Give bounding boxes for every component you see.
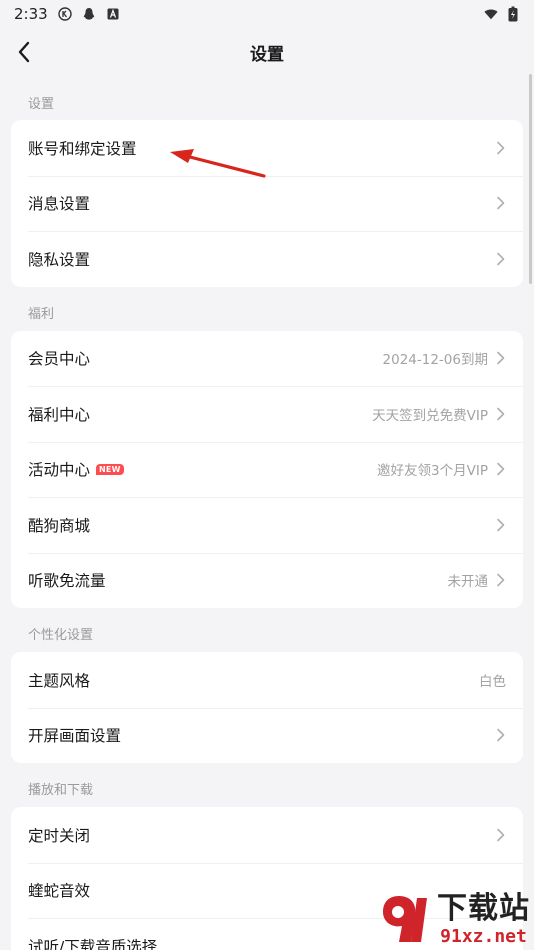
chevron-right-icon xyxy=(496,141,506,155)
row-label: 消息设置 xyxy=(28,195,91,214)
chevron-right-icon xyxy=(496,196,506,210)
section-title: 播放和下载 xyxy=(28,783,94,798)
chevron-right-icon xyxy=(496,573,506,587)
settings-row[interactable]: 会员中心 2024-12-06到期 xyxy=(11,331,523,387)
settings-row[interactable]: 开屏画面设置 xyxy=(11,707,523,764)
row-right xyxy=(496,828,506,842)
row-left: 听歌免流量 xyxy=(28,569,106,591)
row-left: 活动中心 NEW xyxy=(28,458,124,480)
row-left: 定时关闭 xyxy=(28,824,90,846)
row-right: 未开通 xyxy=(448,570,507,590)
row-label: 主题风格 xyxy=(28,671,91,690)
row-left: 消息设置 xyxy=(28,192,90,214)
row-label: 活动中心 xyxy=(28,461,91,480)
scrollbar[interactable] xyxy=(529,74,532,284)
row-label: 蝰蛇音效 xyxy=(28,882,91,901)
row-left: 隐私设置 xyxy=(28,248,90,270)
row-left: 酷狗商城 xyxy=(28,514,90,536)
row-left: 蝰蛇音效 xyxy=(28,879,90,901)
row-left: 账号和绑定设置 xyxy=(28,137,137,159)
row-value: 2024-12-06到期 xyxy=(382,352,488,369)
settings-row[interactable]: 听歌免流量 未开通 xyxy=(11,552,523,609)
row-label: 酷狗商城 xyxy=(28,516,91,535)
row-right xyxy=(496,196,506,210)
a-app-icon xyxy=(106,7,120,21)
watermark-logo-icon xyxy=(383,896,427,942)
wifi-icon xyxy=(484,7,498,21)
new-badge: NEW xyxy=(96,463,124,475)
row-value: 未开通 xyxy=(447,574,489,591)
settings-row[interactable]: 福利中心 天天签到兑免费VIP xyxy=(11,386,523,442)
row-label: 福利中心 xyxy=(28,405,91,424)
row-right xyxy=(496,252,506,266)
row-value: 天天签到兑免费VIP xyxy=(372,407,488,424)
row-label: 会员中心 xyxy=(28,350,91,369)
row-right: 2024-12-06到期 xyxy=(383,348,506,368)
row-left: 试听/下载音质选择 xyxy=(28,935,157,950)
chevron-right-icon xyxy=(496,828,506,842)
chevron-right-icon xyxy=(496,518,506,532)
chevron-right-icon xyxy=(496,462,506,476)
penguin-icon xyxy=(82,7,96,21)
row-label: 账号和绑定设置 xyxy=(28,139,137,158)
status-right xyxy=(484,6,520,22)
row-right xyxy=(496,728,506,742)
chevron-right-icon xyxy=(496,252,506,266)
settings-row[interactable]: 消息设置 xyxy=(11,175,523,232)
row-value: 白色 xyxy=(479,673,506,690)
k-app-icon xyxy=(57,7,72,21)
settings-list: 设置账号和绑定设置 消息设置隐私设置福利会员中心 2024-12-06到期福利中心 天… xyxy=(0,76,534,950)
chevron-right-icon xyxy=(496,351,506,365)
settings-row[interactable]: 定时关闭 xyxy=(11,807,523,863)
row-right: 邀好友领3个月VIP xyxy=(377,459,506,479)
settings-row[interactable]: 酷狗商城 xyxy=(11,497,523,553)
settings-row[interactable]: 活动中心 NEW 邀好友领3个月VIP xyxy=(11,441,523,498)
chevron-right-icon xyxy=(496,728,506,742)
row-label: 隐私设置 xyxy=(28,250,91,269)
row-left: 福利中心 xyxy=(28,403,90,425)
row-label: 定时关闭 xyxy=(28,826,91,845)
row-left: 主题风格 xyxy=(28,669,90,691)
row-right: 白色 xyxy=(479,670,506,690)
watermark: 下载站 91xz.net xyxy=(371,890,530,950)
row-label: 试听/下载音质选择 xyxy=(28,937,158,950)
row-value: 邀好友领3个月VIP xyxy=(377,463,488,480)
status-left: 2:33 xyxy=(14,5,120,23)
settings-row[interactable]: 主题风格 白色 xyxy=(11,652,523,708)
top-bar: 设置 xyxy=(0,28,534,76)
row-left: 会员中心 xyxy=(28,347,90,369)
chevron-left-icon xyxy=(18,41,30,63)
watermark-url: 91xz.net xyxy=(440,926,527,947)
back-button[interactable] xyxy=(10,38,38,66)
settings-row[interactable]: 隐私设置 xyxy=(11,231,523,287)
row-right: 天天签到兑免费VIP xyxy=(372,404,506,424)
settings-card: 会员中心 2024-12-06到期福利中心 天天签到兑免费VIP 活动中心 NEW 邀好友… xyxy=(11,330,523,609)
section-title: 设置 xyxy=(28,97,55,112)
row-label: 听歌免流量 xyxy=(28,572,106,591)
settings-card: 账号和绑定设置 消息设置隐私设置 xyxy=(11,120,523,287)
status-time: 2:33 xyxy=(14,5,48,23)
settings-card: 主题风格 白色开屏画面设置 xyxy=(11,652,523,763)
battery-charging-icon xyxy=(506,6,520,22)
section-title: 福利 xyxy=(28,306,55,322)
settings-row[interactable]: 账号和绑定设置 xyxy=(11,120,523,176)
section-title: 个性化设置 xyxy=(28,628,94,643)
watermark-text: 下载站 91xz.net xyxy=(437,892,530,948)
row-right xyxy=(496,518,506,532)
watermark-title: 下载站 xyxy=(437,891,530,926)
row-right xyxy=(496,141,506,155)
row-label: 开屏画面设置 xyxy=(28,727,122,746)
page-title: 设置 xyxy=(250,44,284,65)
chevron-right-icon xyxy=(496,407,506,421)
row-left: 开屏画面设置 xyxy=(28,724,121,746)
status-bar: 2:33 xyxy=(0,0,534,28)
